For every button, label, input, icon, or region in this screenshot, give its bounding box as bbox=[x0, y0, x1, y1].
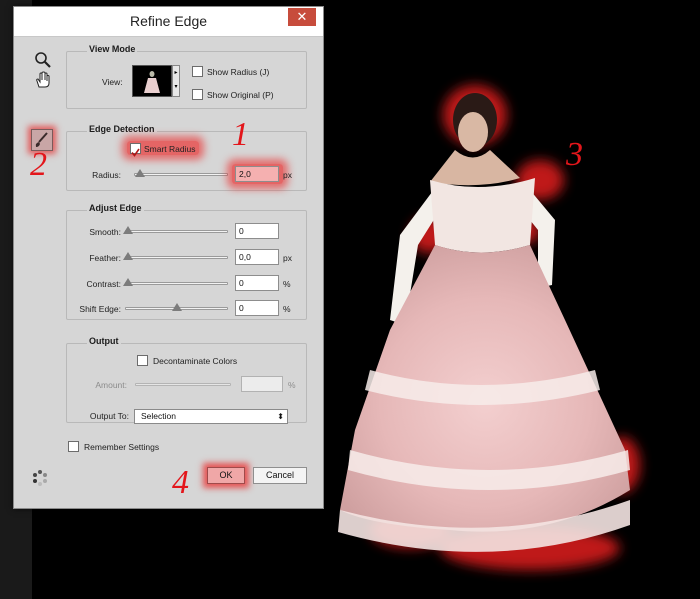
hand-tool-icon[interactable] bbox=[34, 71, 52, 89]
checkmark-icon bbox=[131, 148, 140, 157]
annotation-marker-1: 1 bbox=[232, 116, 249, 153]
remember-settings-checkbox[interactable] bbox=[68, 441, 79, 452]
contrast-unit: % bbox=[283, 279, 291, 289]
smooth-slider[interactable] bbox=[123, 226, 228, 234]
show-original-label: Show Original (P) bbox=[207, 90, 274, 100]
output-group: Output Decontaminate Colors Amount: % Ou… bbox=[66, 336, 307, 424]
output-title: Output bbox=[87, 336, 121, 346]
select-arrows-icon: ⬍ bbox=[277, 412, 284, 421]
refine-edge-dialog: Refine Edge ✕ View Mode View: ▸ ▾ Show Ra… bbox=[13, 6, 324, 509]
show-radius-checkbox[interactable] bbox=[192, 66, 203, 77]
ok-button[interactable]: OK bbox=[207, 467, 245, 484]
contrast-label: Contrast: bbox=[86, 279, 122, 289]
shift-edge-input[interactable]: 0 bbox=[235, 300, 279, 316]
remember-settings-label: Remember Settings bbox=[84, 442, 160, 452]
amount-label: Amount: bbox=[95, 380, 127, 390]
shift-edge-slider[interactable] bbox=[125, 303, 228, 311]
feather-unit: px bbox=[283, 253, 292, 263]
decontaminate-colors-checkbox[interactable] bbox=[137, 355, 148, 366]
annotation-marker-4: 4 bbox=[172, 464, 189, 501]
show-radius-label: Show Radius (J) bbox=[207, 67, 270, 77]
amount-slider[interactable] bbox=[135, 383, 231, 386]
output-to-select[interactable]: Selection ⬍ bbox=[134, 409, 288, 424]
cancel-button[interactable]: Cancel bbox=[253, 467, 307, 484]
decontaminate-colors-label: Decontaminate Colors bbox=[153, 356, 238, 366]
smooth-slider-knob[interactable] bbox=[123, 226, 133, 234]
loading-spinner-icon bbox=[33, 470, 47, 486]
radius-label: Radius: bbox=[92, 170, 121, 180]
view-mode-thumbnail[interactable] bbox=[132, 65, 172, 97]
smooth-input[interactable]: 0 bbox=[235, 223, 279, 239]
woman-in-gown-photo bbox=[338, 85, 640, 570]
radius-slider[interactable] bbox=[134, 169, 228, 177]
close-button[interactable]: ✕ bbox=[288, 8, 316, 26]
feather-label: Feather: bbox=[89, 253, 121, 263]
zoom-tool-icon[interactable] bbox=[34, 51, 52, 69]
radius-unit: px bbox=[283, 170, 292, 180]
shift-edge-unit: % bbox=[283, 304, 291, 314]
shift-edge-label: Shift Edge: bbox=[79, 304, 121, 314]
view-thumbnail-image bbox=[144, 71, 160, 93]
contrast-slider[interactable] bbox=[123, 278, 228, 286]
contrast-input[interactable]: 0 bbox=[235, 275, 279, 291]
feather-input[interactable]: 0,0 bbox=[235, 249, 279, 265]
adjust-edge-group: Adjust Edge Smooth: 0 Feather: 0,0 px Co… bbox=[66, 203, 307, 320]
dialog-titlebar: Refine Edge ✕ bbox=[14, 7, 323, 37]
output-to-value: Selection bbox=[141, 411, 176, 421]
shift-edge-slider-knob[interactable] bbox=[172, 303, 182, 311]
view-mode-title: View Mode bbox=[87, 44, 138, 54]
amount-unit: % bbox=[288, 380, 296, 390]
edge-detection-title: Edge Detection bbox=[87, 124, 157, 134]
show-original-checkbox[interactable] bbox=[192, 89, 203, 100]
radius-slider-knob[interactable] bbox=[134, 169, 145, 177]
smart-radius-label: Smart Radius bbox=[144, 144, 196, 154]
smooth-label: Smooth: bbox=[89, 227, 121, 237]
annotation-marker-2: 2 bbox=[30, 146, 47, 183]
radius-input[interactable]: 2,0 bbox=[235, 166, 279, 182]
edge-detection-group: Edge Detection Smart Radius Radius: 2,0 … bbox=[66, 124, 307, 191]
view-mode-group: View Mode View: ▸ ▾ Show Radius (J) Show … bbox=[66, 44, 307, 109]
view-label: View: bbox=[102, 77, 123, 87]
annotation-marker-3: 3 bbox=[566, 136, 583, 173]
smart-radius-checkbox[interactable] bbox=[130, 143, 141, 157]
contrast-slider-knob[interactable] bbox=[123, 278, 133, 286]
adjust-edge-title: Adjust Edge bbox=[87, 203, 144, 213]
amount-input[interactable] bbox=[241, 376, 283, 392]
dialog-title: Refine Edge bbox=[129, 13, 208, 29]
feather-slider[interactable] bbox=[123, 252, 228, 260]
output-to-label: Output To: bbox=[89, 411, 129, 421]
view-mode-dropdown-arrow[interactable]: ▸ ▾ bbox=[172, 65, 180, 97]
feather-slider-knob[interactable] bbox=[123, 252, 133, 260]
